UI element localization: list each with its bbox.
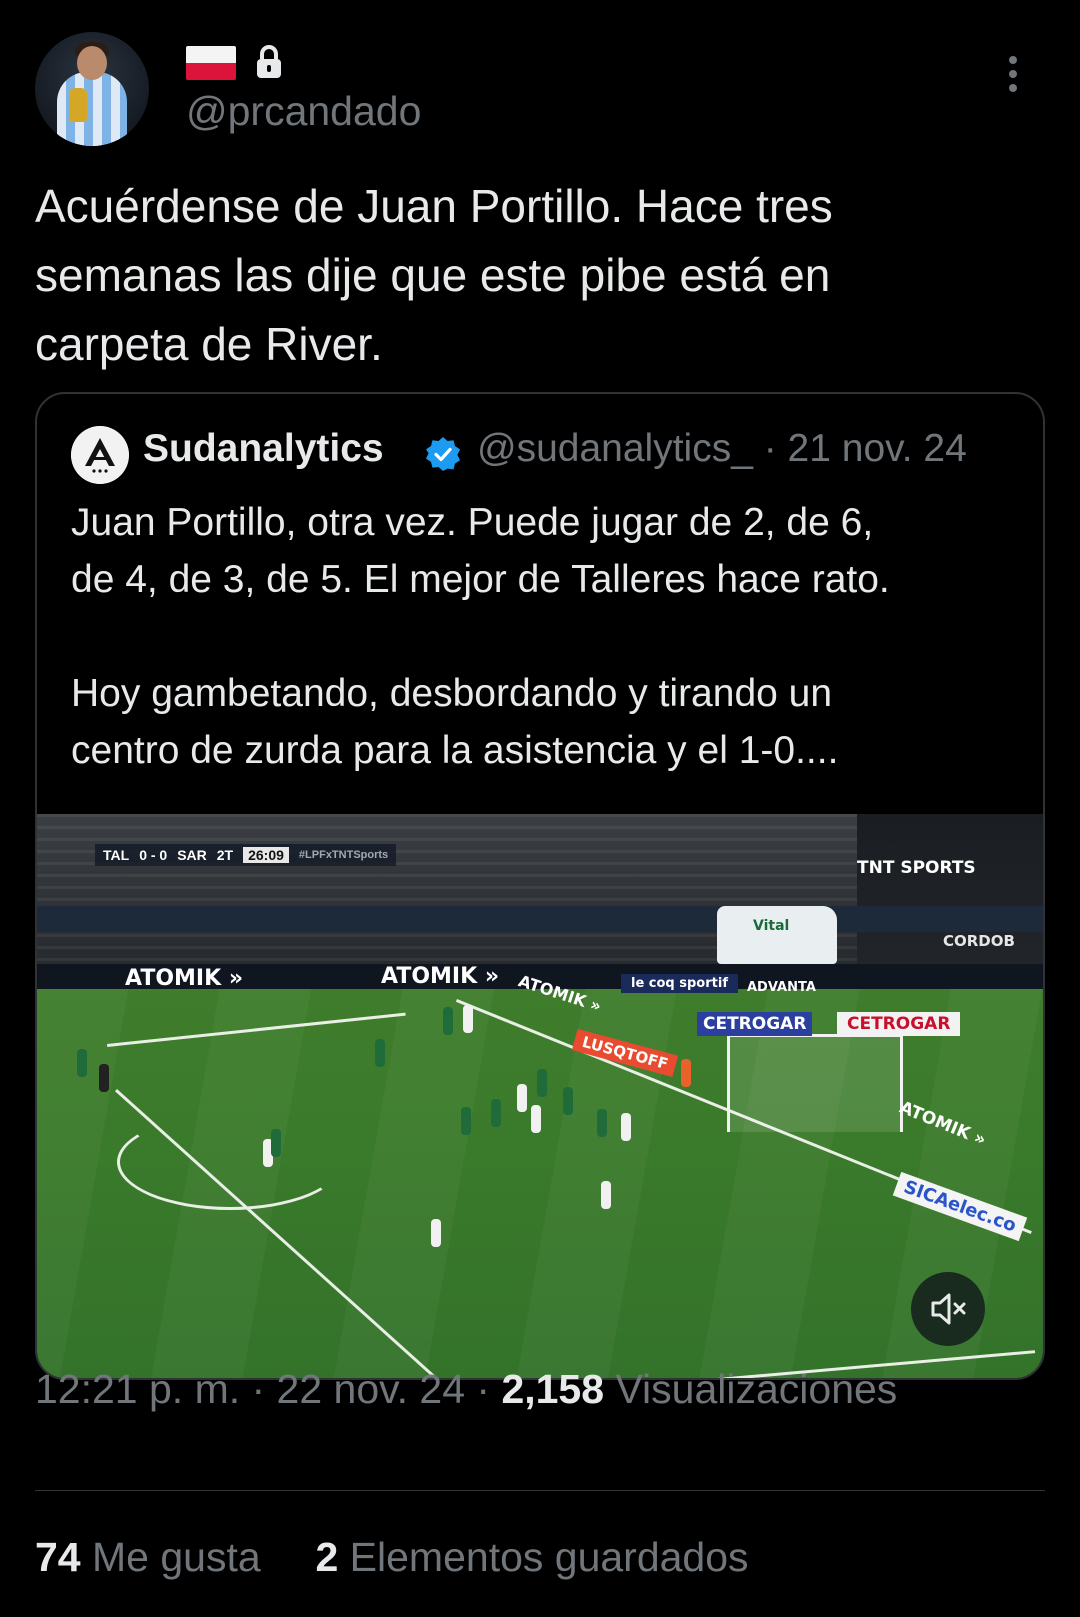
quote-handle-date: @sudanalytics_ · 21 nov. 24 — [477, 427, 967, 470]
tweet-timestamp: 12:21 p. m. · 22 nov. 24 · — [35, 1366, 502, 1412]
score-value: 0 - 0 — [139, 847, 168, 863]
quote-text: Juan Portillo, otra vez. Puede jugar de … — [71, 501, 890, 772]
tweet-meta: 12:21 p. m. · 22 nov. 24 · 2,158 Visuali… — [35, 1366, 897, 1413]
bookmarks-count: 2 — [315, 1534, 339, 1580]
muted-speaker-icon — [931, 1293, 966, 1325]
upper-ad-boards — [37, 906, 1043, 932]
score-tag: #LPFxTNTSports — [298, 849, 389, 861]
views-count: 2,158 — [501, 1366, 605, 1412]
quote-author-name[interactable]: Sudanalytics — [143, 427, 384, 471]
score-clock: 26:09 — [243, 847, 289, 863]
ad-lecoq: le coq sportif — [621, 974, 738, 993]
likes-stat[interactable]: 74 Me gusta — [35, 1534, 261, 1580]
quote-author-avatar[interactable] — [71, 426, 129, 484]
bookmarks-label: Elementos guardados — [338, 1534, 749, 1580]
ad-cetrogar-1: CETROGAR — [697, 1012, 813, 1036]
ad-atomik-1: ATOMIK » — [125, 966, 244, 991]
score-period: 2T — [216, 847, 234, 863]
tweet-text: Acuérdense de Juan Portillo. Hace tres s… — [35, 180, 833, 370]
ad-cetrogar-2: CETROGAR — [837, 1012, 961, 1036]
likes-label: Me gusta — [80, 1534, 261, 1580]
score-home: TAL — [103, 847, 130, 863]
author-handle[interactable]: @prcandado — [186, 88, 421, 135]
score-away: SAR — [177, 847, 207, 863]
ad-atomik-2: ATOMIK » — [381, 964, 500, 989]
ambulance: Vital — [717, 906, 837, 964]
more-options-icon[interactable] — [1006, 56, 1020, 96]
engagement-stats: 74 Me gusta 2 Elementos guardados — [35, 1534, 749, 1581]
bookmarks-stat[interactable]: 2 Elementos guardados — [315, 1534, 748, 1580]
quoted-tweet[interactable]: Sudanalytics @sudanalytics_ · 21 nov. 24… — [35, 392, 1045, 1380]
ambulance-text: Vital — [753, 918, 790, 934]
divider — [35, 1490, 1045, 1491]
goal — [727, 1034, 903, 1132]
ad-advanta: ADVANTA — [747, 980, 816, 995]
ad-cordoba: CORDOB — [943, 932, 1015, 950]
likes-count: 74 — [35, 1534, 81, 1580]
lock-icon — [257, 45, 281, 78]
poland-flag-icon — [186, 46, 236, 80]
scorebug: TAL 0 - 0 SAR 2T 26:09 #LPFxTNTSports — [95, 844, 397, 866]
video-player[interactable]: Vital CORDOB ATOMIK » ATOMIK » ATOMIK » … — [37, 814, 1043, 1378]
pitch — [37, 989, 1043, 1378]
channel-logo: TNT SPORTS — [857, 858, 976, 878]
views-label: Visualizaciones — [604, 1366, 898, 1412]
author-avatar[interactable] — [35, 32, 149, 146]
mute-button[interactable] — [911, 1272, 985, 1346]
verified-badge-icon — [426, 437, 460, 471]
